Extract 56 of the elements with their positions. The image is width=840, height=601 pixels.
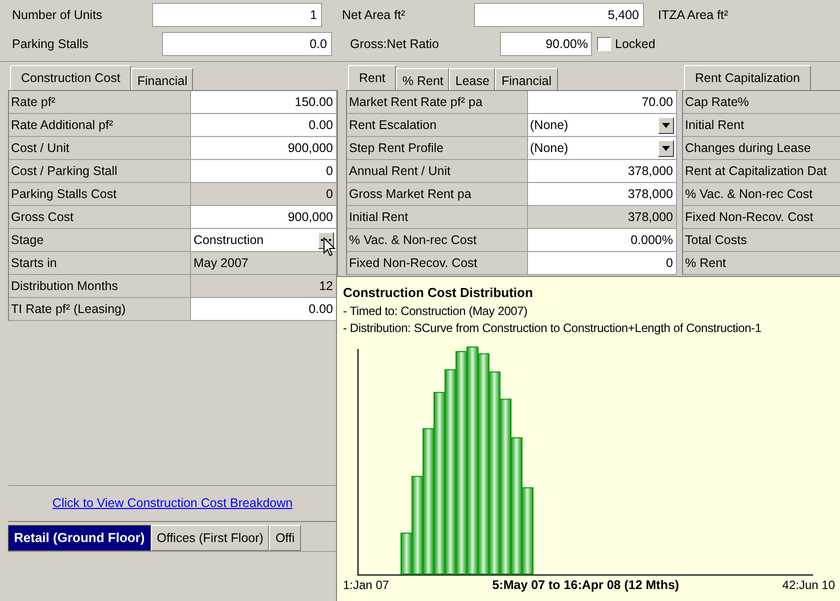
tab[interactable]: Lease xyxy=(449,68,496,90)
field-label: % Vac. & Non-rec Cost xyxy=(683,183,840,206)
tooltip-line: - Distribution: SCurve from Construction to Construction+Length of Construction-1 xyxy=(343,320,762,336)
mouse-cursor-icon xyxy=(323,237,336,257)
value-cell: 0 xyxy=(191,183,337,206)
field-label: Changes during Lease xyxy=(683,137,840,160)
value-field[interactable]: 378,000 xyxy=(528,183,677,206)
range-label: 5:May 07 to 16:Apr 08 (12 Mths) xyxy=(492,576,680,594)
field-label: Total Costs xyxy=(683,229,840,252)
value-field[interactable]: 0.00 xyxy=(191,298,337,321)
checkbox-label: Locked xyxy=(615,36,656,53)
field-label: Net Area ft² xyxy=(341,6,406,24)
field-label: TI Rate pf² (Leasing) xyxy=(9,298,192,321)
field-label: % Rent xyxy=(683,252,840,275)
building-tab[interactable]: Offi xyxy=(269,525,301,551)
value-cell: May 2007 xyxy=(191,252,337,275)
value-field[interactable]: 900,000 xyxy=(191,137,337,160)
value-cell: 378,000 xyxy=(528,206,677,229)
field-label: Number of Units xyxy=(11,6,104,24)
value-field[interactable]: 5,400 xyxy=(474,3,644,27)
tab[interactable]: Financial xyxy=(131,68,194,90)
value-field[interactable]: 0 xyxy=(528,252,677,275)
value-field[interactable]: 1 xyxy=(152,3,322,27)
field-label: Cap Rate% xyxy=(683,91,840,114)
axis-label: 1:Jan 07 xyxy=(343,576,390,594)
field-label: Gross:Net Ratio xyxy=(349,36,440,53)
field-label: Fixed Non-Recov. Cost xyxy=(347,252,528,275)
breakdown-link[interactable]: Click to View Construction Cost Breakdown xyxy=(52,494,293,513)
value-field[interactable]: 0.0 xyxy=(162,32,332,56)
field-label: ITZA Area ft² xyxy=(657,6,728,24)
value-field[interactable]: 0.000% xyxy=(528,229,677,252)
field-label: Fixed Non-Recov. Cost xyxy=(683,206,840,229)
value-field[interactable]: 150.00 xyxy=(191,91,337,114)
dropdown[interactable]: (None) xyxy=(528,114,677,137)
value-field[interactable]: 0.00 xyxy=(191,114,337,137)
building-tab[interactable]: Offices (First Floor) xyxy=(150,525,270,551)
field-label: Rent at Capitalization Dat xyxy=(683,160,840,183)
dropdown[interactable]: (None) xyxy=(528,137,677,160)
value-cell: 12 xyxy=(191,275,337,298)
field-label: Parking Stalls xyxy=(11,36,90,53)
building-tab[interactable]: Retail (Ground Floor) xyxy=(8,525,151,551)
tab[interactable]: Rent xyxy=(348,65,396,90)
tab[interactable]: % Rent xyxy=(396,68,450,90)
tab[interactable]: Construction Cost xyxy=(10,65,132,90)
tab[interactable]: Rent Capitalization xyxy=(684,65,811,90)
value-field[interactable]: 0 xyxy=(191,160,337,183)
field-label: Initial Rent xyxy=(683,114,840,137)
axis-label: 42:Jun 10 xyxy=(782,576,835,594)
value-field[interactable]: 90.00% xyxy=(500,32,592,56)
tab[interactable]: Financial xyxy=(495,68,558,90)
locked-checkbox[interactable] xyxy=(597,37,611,51)
tooltip-line: - Timed to: Construction (May 2007) xyxy=(343,302,528,320)
value-field[interactable]: 900,000 xyxy=(191,206,337,229)
tooltip-title: Construction Cost Distribution xyxy=(343,284,534,302)
value-field[interactable]: 70.00 xyxy=(528,91,677,114)
value-field[interactable]: 378,000 xyxy=(528,160,677,183)
